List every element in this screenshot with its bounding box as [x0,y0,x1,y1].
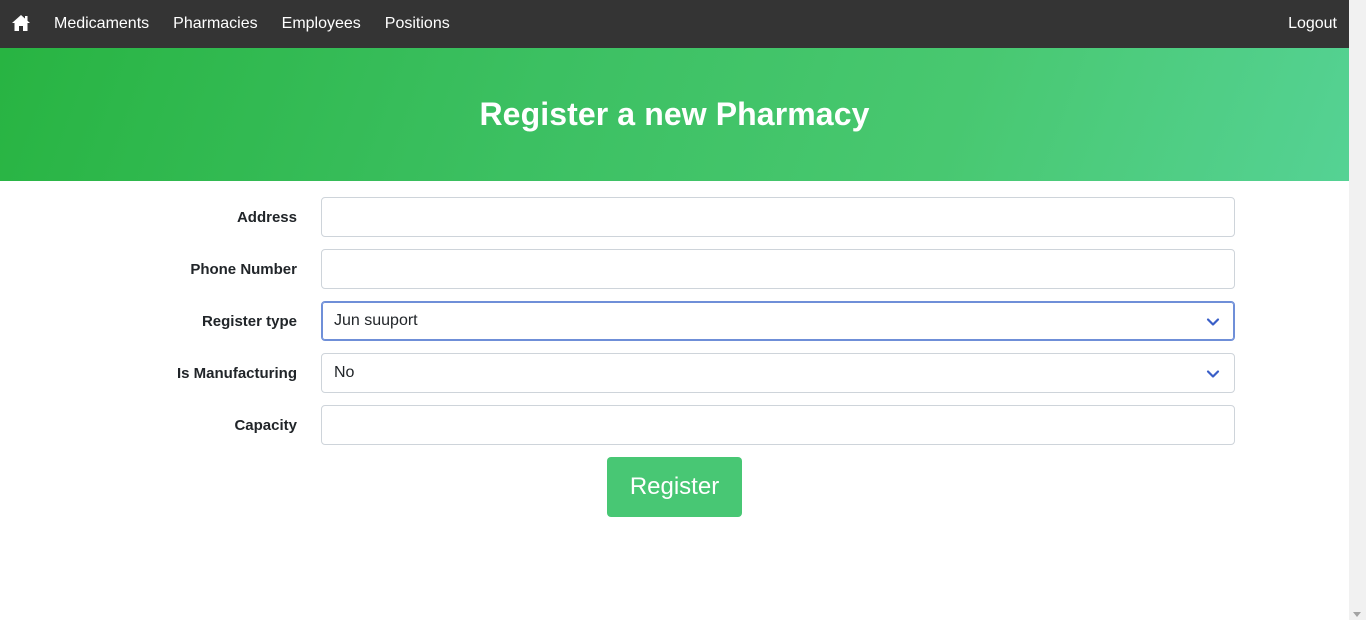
nav-link-pharmacies[interactable]: Pharmacies [173,15,257,33]
register-button[interactable]: Register [607,457,742,517]
home-icon[interactable] [11,13,31,33]
address-row: Address [0,197,1349,237]
is-manufacturing-value: No [334,364,355,381]
capacity-label: Capacity [234,416,297,434]
is-manufacturing-row: Is Manufacturing No [0,353,1349,393]
scroll-down-arrow-icon[interactable] [1353,612,1361,617]
nav-link-positions[interactable]: Positions [385,15,450,33]
chevron-down-icon [1206,370,1220,378]
page-title: Register a new Pharmacy [479,96,870,132]
chevron-down-icon [1206,318,1220,326]
is-manufacturing-label: Is Manufacturing [176,364,297,382]
phone-label: Phone Number [190,260,297,278]
page: Medicaments Pharmacies Employees Positio… [0,0,1349,620]
address-label: Address [236,208,297,226]
home-icon-glyph [12,15,30,31]
address-input[interactable] [321,197,1235,237]
vertical-scrollbar[interactable] [1349,0,1366,620]
hero-banner: Register a new Pharmacy [0,48,1349,181]
nav-link-medicaments[interactable]: Medicaments [54,15,149,33]
register-type-select[interactable]: Jun suuport [321,301,1235,341]
is-manufacturing-select[interactable]: No [321,353,1235,393]
capacity-row: Capacity [0,405,1349,445]
phone-number-input[interactable] [321,249,1235,289]
phone-row: Phone Number [0,249,1349,289]
nav-links: Medicaments Pharmacies Employees Positio… [54,0,474,48]
capacity-input[interactable] [321,405,1235,445]
logout-link[interactable]: Logout [1288,0,1337,48]
register-type-label: Register type [201,312,297,330]
nav-link-employees[interactable]: Employees [282,15,361,33]
navbar: Medicaments Pharmacies Employees Positio… [0,0,1349,48]
register-type-value: Jun suuport [334,312,418,329]
register-type-row: Register type Jun suuport [0,301,1349,341]
